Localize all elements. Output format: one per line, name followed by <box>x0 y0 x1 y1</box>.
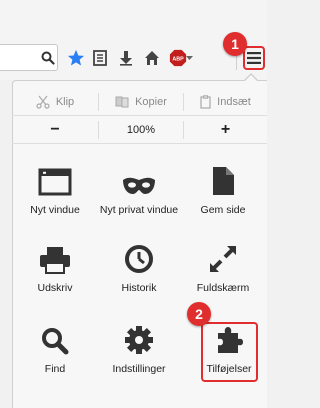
save-page-button[interactable]: Gem side <box>181 144 265 230</box>
cut-label: Klip <box>55 96 75 108</box>
fullscreen-button[interactable]: Fuldskærm <box>181 222 265 308</box>
edit-controls: Klip Kopier Indsæt <box>12 88 267 116</box>
fullscreen-label: Fuldskærm <box>196 282 250 294</box>
mask-icon <box>119 158 159 196</box>
new-window-label: Nyt vindue <box>30 204 80 216</box>
open-menu-button[interactable] <box>243 46 265 70</box>
copy-label: Kopier <box>135 96 167 108</box>
history-label: Historik <box>121 282 157 294</box>
window-icon <box>35 158 75 196</box>
search-icon[interactable] <box>38 48 58 68</box>
new-private-window-button[interactable]: Nyt privat vindue <box>97 144 181 230</box>
paste-button[interactable]: Indsæt <box>184 88 267 116</box>
history-button[interactable]: Historik <box>97 222 181 308</box>
home-icon[interactable] <box>142 48 162 68</box>
printer-icon <box>35 236 75 274</box>
clock-icon <box>119 236 159 274</box>
scissors-icon <box>36 95 50 109</box>
fullscreen-icon <box>203 236 243 274</box>
new-private-window-label: Nyt privat vindue <box>99 204 179 216</box>
addons-highlight <box>201 322 258 382</box>
hamburger-icon <box>247 52 261 64</box>
chevron-down-icon[interactable] <box>184 48 194 68</box>
gear-icon <box>119 317 159 355</box>
copy-icon <box>115 96 129 108</box>
print-label: Udskriv <box>37 282 73 294</box>
step-badge-1: 1 <box>223 32 247 56</box>
zoom-out-button[interactable]: − <box>12 116 98 144</box>
bookmark-star-icon[interactable] <box>66 48 86 68</box>
clipboard-icon <box>200 95 211 109</box>
abp-label: ABP <box>172 56 184 62</box>
document-icon <box>203 158 243 196</box>
print-button[interactable]: Udskriv <box>13 222 97 308</box>
cut-button[interactable]: Klip <box>12 88 98 116</box>
search-icon <box>35 317 75 355</box>
download-icon[interactable] <box>116 48 136 68</box>
new-window-button[interactable]: Nyt vindue <box>13 144 97 230</box>
zoom-controls: − 100% + <box>12 116 267 144</box>
step-badge-2: 2 <box>187 302 211 326</box>
zoom-in-button[interactable]: + <box>184 116 267 144</box>
save-page-label: Gem side <box>200 204 246 216</box>
settings-button[interactable]: Indstillinger <box>97 303 181 389</box>
find-label: Find <box>44 363 66 375</box>
settings-label: Indstillinger <box>112 363 166 375</box>
reading-list-icon[interactable] <box>90 48 110 68</box>
find-button[interactable]: Find <box>13 303 97 389</box>
copy-button[interactable]: Kopier <box>99 88 183 116</box>
zoom-reset-button[interactable]: 100% <box>99 116 183 144</box>
paste-label: Indsæt <box>217 96 251 108</box>
